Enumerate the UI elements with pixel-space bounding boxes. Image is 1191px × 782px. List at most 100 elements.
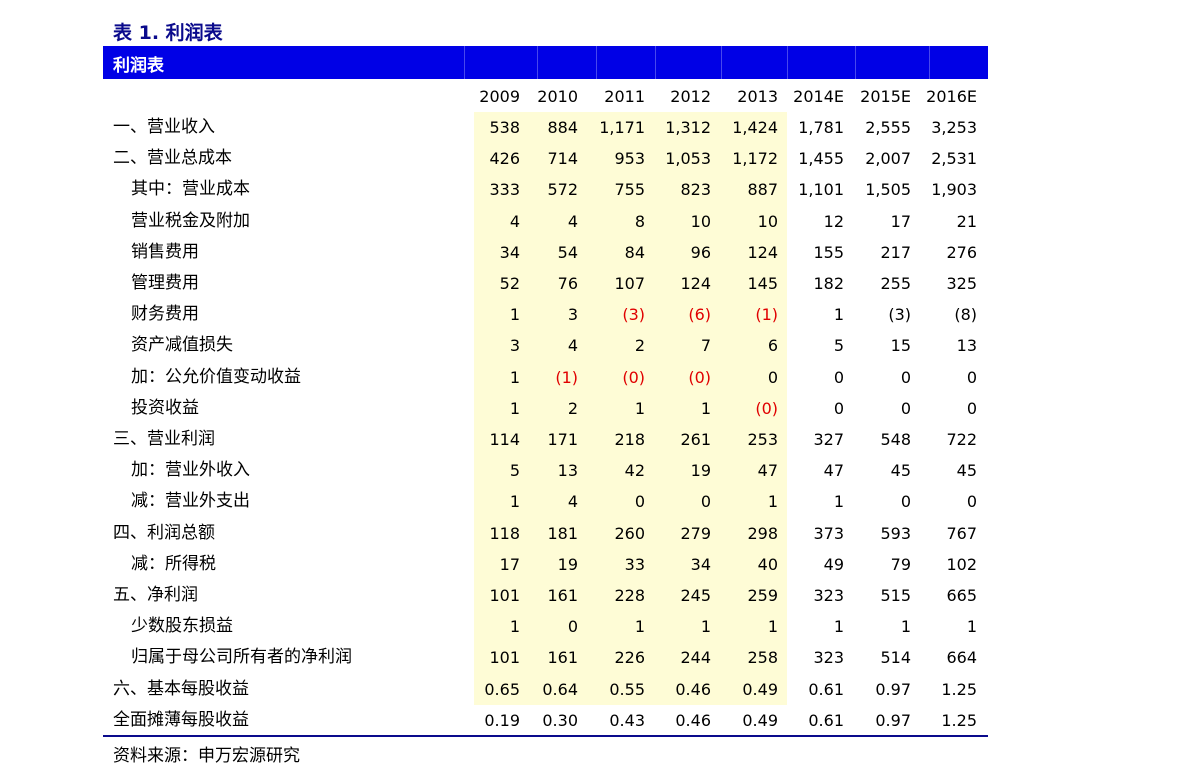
value-cell: 107 [614, 274, 645, 293]
table-row: 归属于母公司所有者的净利润 101 161 226 244 258 323 514 664 [0, 642, 1191, 673]
value-cell: 161 [547, 586, 578, 605]
value-cell: 323 [813, 586, 844, 605]
table-row: 四、利润总额 118 181 260 279 298 373 593 767 [0, 518, 1191, 549]
table-row: 三、营业利润 114 171 218 261 253 327 548 722 [0, 424, 1191, 455]
value-cell: 21 [956, 211, 977, 231]
value-cell: 218 [614, 430, 645, 449]
header-separator [537, 46, 538, 79]
value-cell: 0 [833, 398, 844, 418]
row-label: 一、营业收入 [113, 117, 215, 137]
value-cell: 7 [700, 336, 711, 356]
value-cell: 259 [747, 586, 778, 605]
value-cell: 323 [813, 648, 844, 668]
value-cell: 325 [946, 274, 977, 293]
table-row: 财务费用 1 3 (3) (6) (1) 1 (3) (8) [0, 299, 1191, 330]
value-cell: 10 [690, 211, 711, 231]
table-row: 销售费用 34 54 84 96 124 155 217 276 [0, 237, 1191, 268]
value-cell: 228 [614, 586, 645, 605]
value-cell: 0 [767, 367, 778, 387]
header-separator [855, 46, 856, 79]
value-cell: 0.64 [542, 679, 578, 699]
value-cell: (0) [622, 367, 645, 387]
value-cell: 45 [956, 461, 977, 481]
value-cell: (0) [755, 398, 778, 418]
value-cell: (3) [888, 305, 911, 325]
table-row: 管理费用 52 76 107 124 145 182 255 325 [0, 268, 1191, 299]
value-cell: 1 [900, 617, 911, 637]
value-cell: 1 [634, 617, 645, 637]
value-cell: 1,053 [665, 149, 711, 169]
value-cell: 10 [757, 211, 778, 231]
table-row: 二、营业总成本 426 714 953 1,053 1,172 1,455 2,007 2,53… [0, 143, 1191, 174]
value-cell: (1) [755, 305, 778, 325]
value-cell: 298 [747, 523, 778, 543]
year-header-cell: 2016E [926, 87, 977, 106]
value-cell: 0.61 [808, 710, 844, 730]
value-cell: 0 [634, 492, 645, 512]
year-header-cell: 2011 [604, 87, 645, 106]
value-cell: 0.55 [609, 679, 645, 699]
value-cell: 767 [946, 523, 977, 543]
value-cell: 3 [567, 305, 578, 325]
table-row: 少数股东损益 1 0 1 1 1 1 1 1 [0, 611, 1191, 642]
header-separator [464, 46, 465, 79]
row-label: 四、利润总额 [113, 522, 215, 543]
value-cell: 54 [557, 242, 578, 262]
value-cell: 1,312 [665, 118, 711, 137]
value-cell: 0.43 [609, 710, 645, 730]
row-label: 少数股东损益 [131, 616, 233, 637]
value-cell: 155 [813, 242, 844, 262]
value-cell: 84 [624, 242, 645, 262]
value-cell: 124 [680, 274, 711, 293]
value-cell: 0.49 [742, 710, 778, 730]
value-cell: 15 [890, 336, 911, 356]
header-separator [596, 46, 597, 79]
value-cell: 1,101 [798, 180, 844, 200]
value-cell: 1 [700, 617, 711, 637]
value-cell: 47 [757, 461, 778, 481]
value-cell: 279 [680, 523, 711, 543]
value-cell: (3) [622, 305, 645, 325]
value-cell: 13 [557, 461, 578, 481]
value-cell: 2 [567, 398, 578, 418]
table-row: 全面摊薄每股收益 0.19 0.30 0.43 0.46 0.49 0.61 0.97 1.25 [0, 705, 1191, 736]
row-label: 减：所得税 [131, 553, 216, 574]
table-row: 减：营业外支出 1 4 0 0 1 1 0 0 [0, 486, 1191, 517]
value-cell: 887 [747, 180, 778, 200]
value-cell: 593 [880, 523, 911, 543]
value-cell: 1,171 [599, 118, 645, 137]
value-cell: 181 [547, 523, 578, 543]
value-cell: 4 [567, 492, 578, 512]
value-cell: 49 [823, 554, 844, 574]
value-cell: 515 [880, 586, 911, 605]
value-cell: 548 [880, 430, 911, 449]
value-cell: 1 [833, 492, 844, 512]
value-cell: 1,781 [798, 118, 844, 137]
table-row: 六、基本每股收益 0.65 0.64 0.55 0.46 0.49 0.61 0.97 1.25 [0, 674, 1191, 705]
table-row: 减：所得税 17 19 33 34 40 49 79 102 [0, 549, 1191, 580]
year-header-cell: 2010 [537, 87, 578, 106]
value-cell: 45 [890, 461, 911, 481]
year-header-row: 2009 2010 2011 2012 2013 2014E 2015E 2016E [0, 85, 1191, 109]
value-cell: 34 [690, 554, 711, 574]
value-cell: 258 [747, 648, 778, 668]
row-label: 投资收益 [131, 397, 199, 418]
value-cell: 5 [833, 336, 844, 356]
value-cell: 96 [690, 242, 711, 262]
value-cell: 0.46 [675, 679, 711, 699]
value-cell: 17 [890, 211, 911, 231]
value-cell: 276 [946, 242, 977, 262]
value-cell: 1 [767, 617, 778, 637]
value-cell: 1 [700, 398, 711, 418]
row-label: 加：营业外收入 [131, 460, 250, 481]
value-cell: 1.25 [941, 679, 977, 699]
value-cell: 79 [890, 554, 911, 574]
table-row: 加：公允价值变动收益 1 (1) (0) (0) 0 0 0 0 [0, 362, 1191, 393]
value-cell: 1,505 [865, 180, 911, 200]
table-row: 其中：营业成本 333 572 755 823 887 1,101 1,505 1,903 [0, 174, 1191, 205]
value-cell: 572 [547, 180, 578, 200]
row-label: 营业税金及附加 [131, 210, 250, 231]
value-cell: 0 [700, 492, 711, 512]
year-header-cell: 2012 [670, 87, 711, 106]
value-cell: 260 [614, 523, 645, 543]
